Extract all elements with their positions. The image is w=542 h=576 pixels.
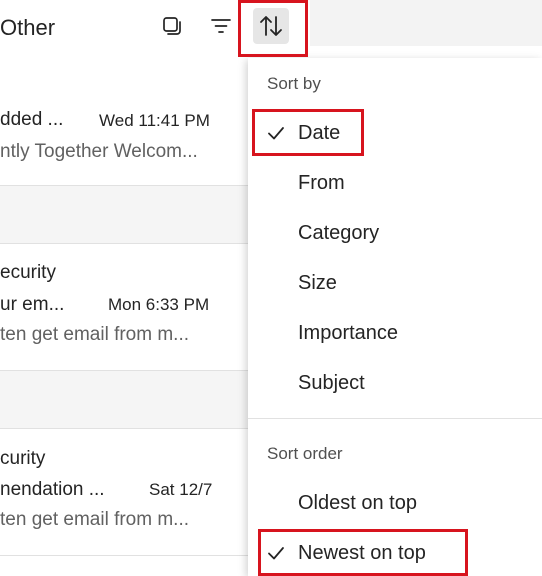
sort-order-newest[interactable]: Newest on top bbox=[248, 528, 542, 576]
sort-by-category[interactable]: Category bbox=[248, 208, 542, 258]
menu-item-label: Size bbox=[298, 272, 337, 294]
message-preview: ntly Together Welcom... bbox=[0, 141, 198, 162]
message-sender: curity bbox=[0, 448, 46, 469]
list-group-divider bbox=[0, 371, 248, 429]
message-date: Mon 6:33 PM bbox=[108, 295, 210, 314]
folder-title: Other bbox=[0, 15, 56, 40]
menu-item-label: Importance bbox=[298, 322, 399, 344]
filter-button[interactable] bbox=[203, 8, 239, 44]
message-subject: dded ... bbox=[0, 109, 64, 130]
sort-by-size[interactable]: Size bbox=[248, 258, 542, 308]
message-preview: ten get email from m... bbox=[0, 324, 190, 345]
message-subject: nendation ... bbox=[0, 479, 105, 500]
message-sender: ecurity bbox=[0, 262, 56, 283]
list-group-divider bbox=[0, 186, 248, 244]
header-strip bbox=[310, 0, 542, 46]
menu-item-label: Date bbox=[298, 122, 341, 144]
menu-item-label: Subject bbox=[298, 372, 365, 394]
message-list-header: Other bbox=[0, 0, 542, 56]
select-mode-button[interactable] bbox=[154, 8, 190, 44]
checkmark-icon bbox=[268, 547, 284, 560]
sort-order-header: Sort order bbox=[267, 444, 343, 463]
message-list: dded ... Wed 11:41 PM ntly Together Welc… bbox=[0, 57, 248, 576]
menu-item-label: From bbox=[298, 172, 345, 194]
sort-arrows-icon bbox=[260, 16, 282, 36]
select-mode-icon bbox=[163, 17, 181, 35]
message-date: Wed 11:41 PM bbox=[99, 111, 210, 130]
sort-by-date[interactable]: Date bbox=[248, 108, 542, 158]
checkmark-icon bbox=[268, 127, 284, 140]
message-item[interactable]: ecurity ur em... Mon 6:33 PM ten get ema… bbox=[0, 244, 248, 371]
message-item[interactable]: curity nendation ... Sat 12/7 ten get em… bbox=[0, 429, 248, 556]
sort-by-from[interactable]: From bbox=[248, 158, 542, 208]
menu-divider bbox=[248, 418, 542, 419]
sort-menu: Sort by Date From Category Size Importan… bbox=[248, 58, 542, 576]
message-item[interactable]: dded ... Wed 11:41 PM ntly Together Welc… bbox=[0, 57, 248, 186]
message-subject: ur em... bbox=[0, 294, 65, 315]
message-item[interactable] bbox=[0, 556, 248, 576]
mail-window: Other dded ... Wed 11:41 PM ntly Togethe… bbox=[0, 0, 542, 576]
sort-by-importance[interactable]: Importance bbox=[248, 308, 542, 358]
sort-button[interactable] bbox=[253, 8, 289, 44]
sort-by-header: Sort by bbox=[267, 74, 321, 93]
message-date: Sat 12/7 bbox=[149, 480, 213, 499]
sort-order-oldest[interactable]: Oldest on top bbox=[248, 478, 542, 528]
menu-item-label: Newest on top bbox=[298, 542, 426, 564]
menu-item-label: Oldest on top bbox=[298, 492, 417, 514]
menu-item-label: Category bbox=[298, 222, 380, 244]
filter-icon bbox=[211, 19, 231, 33]
message-preview: ten get email from m... bbox=[0, 509, 190, 530]
sort-by-subject[interactable]: Subject bbox=[248, 358, 542, 408]
